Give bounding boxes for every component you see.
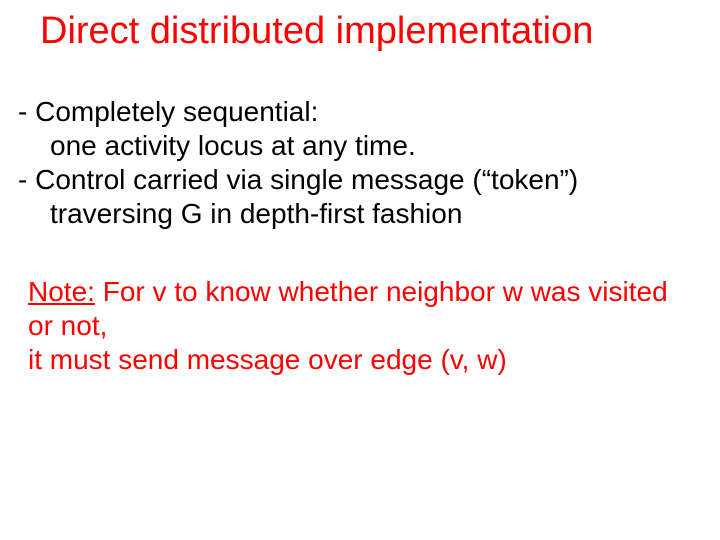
- note-label: Note:: [28, 276, 95, 307]
- bullet-1-line-2: one activity locus at any time.: [18, 129, 690, 163]
- note-line-1-rest: For v to know whether neighbor w was vis…: [28, 276, 668, 341]
- bullet-2-line-1: - Control carried via single message (“t…: [18, 163, 690, 197]
- note-line-2: it must send message over edge (v, w): [28, 343, 680, 377]
- slide: Direct distributed implementation - Comp…: [0, 0, 720, 540]
- body-block-1: - Completely sequential: one activity lo…: [18, 95, 690, 232]
- note-block: Note: For v to know whether neighbor w w…: [28, 275, 680, 377]
- bullet-1-line-1: - Completely sequential:: [18, 95, 690, 129]
- slide-title: Direct distributed implementation: [40, 10, 700, 54]
- bullet-2-line-2: traversing G in depth-first fashion: [18, 197, 690, 231]
- note-line-1: Note: For v to know whether neighbor w w…: [28, 275, 680, 343]
